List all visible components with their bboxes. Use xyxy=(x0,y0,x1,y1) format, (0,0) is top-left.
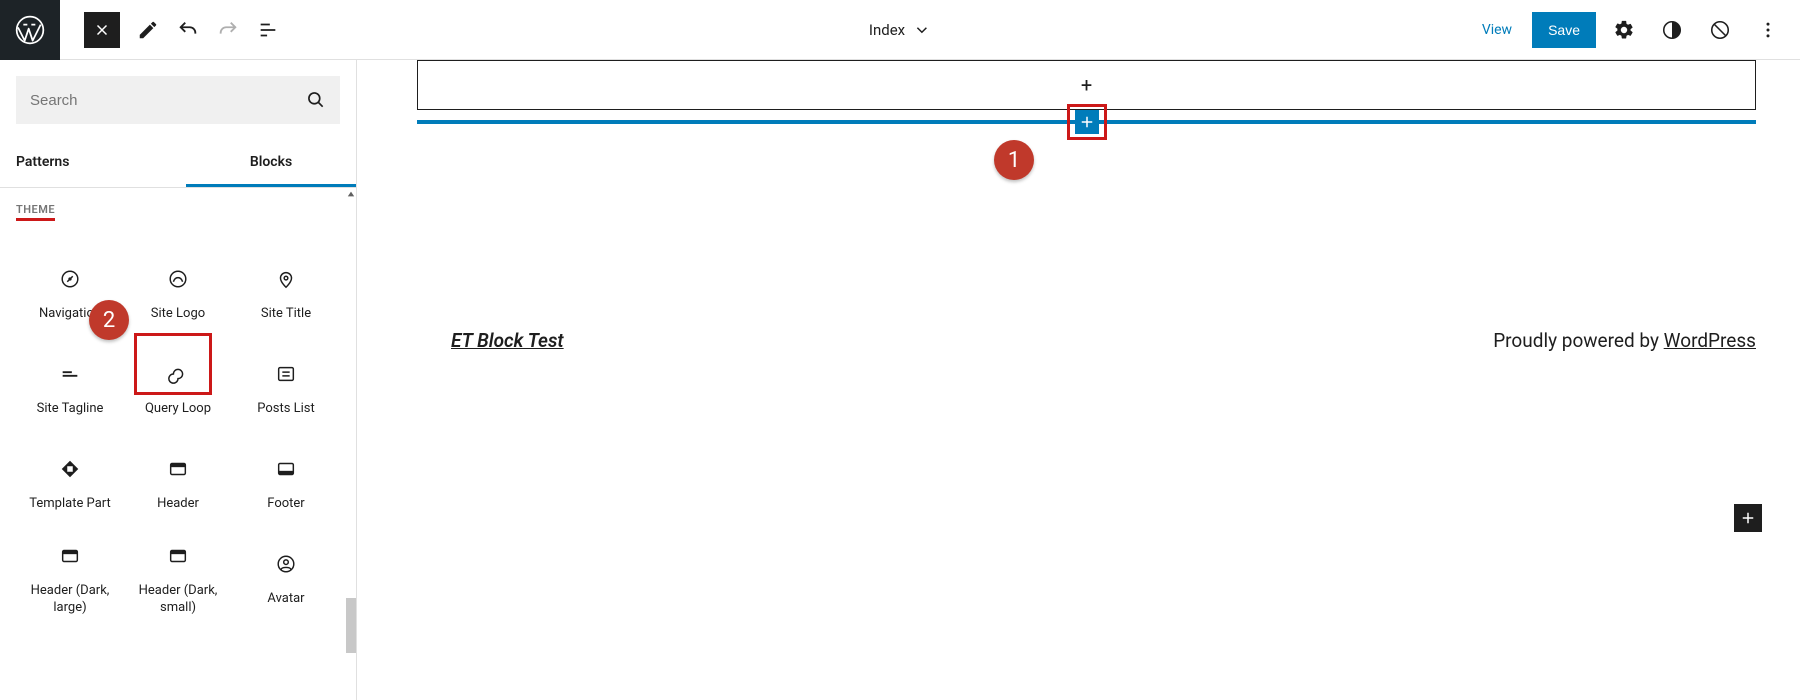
block-label: Site Tagline xyxy=(37,401,104,417)
redo-icon xyxy=(210,12,246,48)
block-item-site-tagline[interactable]: Site Tagline xyxy=(16,342,124,437)
styles-icon[interactable] xyxy=(1654,12,1690,48)
block-inserter-panel: Patterns Blocks THEME NavigationSite Log… xyxy=(0,60,357,700)
search-icon xyxy=(306,90,326,110)
template-name-label: Index xyxy=(869,21,905,39)
inserter-tabs: Patterns Blocks xyxy=(0,140,356,188)
list-view-icon[interactable] xyxy=(250,12,286,48)
postslist-icon xyxy=(275,361,297,387)
site-footer: ET Block Test Proudly powered by WordPre… xyxy=(451,329,1756,352)
undo-icon[interactable] xyxy=(170,12,206,48)
header-icon xyxy=(167,456,189,482)
block-item-header-dark-small-[interactable]: Header (Dark, small) xyxy=(124,532,232,627)
scrollbar-thumb[interactable] xyxy=(346,598,356,653)
more-options-icon[interactable] xyxy=(1750,12,1786,48)
search-field-wrap xyxy=(16,76,340,124)
template-title[interactable]: Index xyxy=(869,21,931,39)
site-credit: Proudly powered by WordPress xyxy=(1493,329,1756,352)
insert-block-button[interactable] xyxy=(1075,110,1099,134)
wordpress-link[interactable]: WordPress xyxy=(1664,329,1756,352)
block-item-avatar[interactable]: Avatar xyxy=(232,532,340,627)
no-title-icon[interactable] xyxy=(1702,12,1738,48)
search-input[interactable] xyxy=(30,92,306,109)
editor-topbar: Index View Save xyxy=(0,0,1800,60)
block-insertion-line xyxy=(417,120,1756,124)
annotation-badge-2: 2 xyxy=(89,300,129,340)
close-inserter-button[interactable] xyxy=(84,12,120,48)
save-button[interactable]: Save xyxy=(1532,12,1596,48)
site-title-link[interactable]: ET Block Test xyxy=(451,329,564,352)
block-item-site-title[interactable]: Site Title xyxy=(232,247,340,342)
tpart-icon xyxy=(59,456,81,482)
annotation-badge-1: 1 xyxy=(994,140,1034,180)
header-icon xyxy=(167,543,189,569)
loop-icon xyxy=(167,361,189,387)
block-item-query-loop[interactable]: Query Loop xyxy=(124,342,232,437)
scroll-up-icon[interactable] xyxy=(345,188,356,200)
block-item-template-part[interactable]: Template Part xyxy=(16,437,124,532)
block-item-footer[interactable]: Footer xyxy=(232,437,340,532)
wordpress-logo[interactable] xyxy=(0,0,60,60)
plus-icon: + xyxy=(1081,73,1092,97)
empty-block-placeholder[interactable]: + xyxy=(417,60,1756,110)
topbar-right: View Save xyxy=(1470,12,1800,48)
block-label: Header xyxy=(157,496,199,512)
block-label: Site Title xyxy=(261,306,311,322)
chevron-down-icon xyxy=(913,21,931,39)
sitelogo-icon xyxy=(167,266,189,292)
floating-add-button[interactable] xyxy=(1734,504,1762,532)
pin-icon xyxy=(275,266,297,292)
block-item-posts-list[interactable]: Posts List xyxy=(232,342,340,437)
tab-blocks[interactable]: Blocks xyxy=(186,140,356,187)
block-label: Site Logo xyxy=(151,306,205,322)
block-grid: NavigationSite LogoSite TitleSite Taglin… xyxy=(16,247,340,627)
credit-prefix: Proudly powered by xyxy=(1493,329,1663,352)
inserter-body: THEME NavigationSite LogoSite TitleSite … xyxy=(0,188,356,700)
section-title-theme: THEME xyxy=(16,203,55,221)
footer-icon xyxy=(275,456,297,482)
avatar-icon xyxy=(275,551,297,577)
tagline-icon xyxy=(59,361,81,387)
block-label: Avatar xyxy=(267,591,304,607)
block-label: Header (Dark, large) xyxy=(20,583,120,616)
block-label: Header (Dark, small) xyxy=(128,583,228,616)
settings-icon[interactable] xyxy=(1606,12,1642,48)
block-label: Query Loop xyxy=(145,401,211,417)
editor-canvas: + ET Block Test Proudly powered by WordP… xyxy=(357,60,1800,700)
edit-tool-icon[interactable] xyxy=(130,12,166,48)
header-icon xyxy=(59,543,81,569)
block-item-header[interactable]: Header xyxy=(124,437,232,532)
compass-icon xyxy=(59,266,81,292)
block-label: Posts List xyxy=(257,401,315,417)
block-item-site-logo[interactable]: Site Logo xyxy=(124,247,232,342)
block-label: Footer xyxy=(267,496,304,512)
view-link[interactable]: View xyxy=(1470,14,1524,46)
tab-patterns[interactable]: Patterns xyxy=(0,140,186,187)
block-item-header-dark-large-[interactable]: Header (Dark, large) xyxy=(16,532,124,627)
block-label: Template Part xyxy=(29,496,111,512)
